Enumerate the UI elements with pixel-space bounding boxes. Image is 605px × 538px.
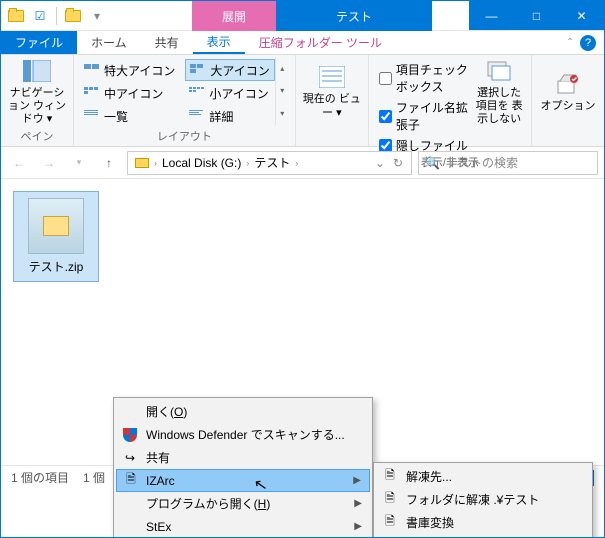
back-button[interactable]: ←	[7, 151, 31, 175]
file-view[interactable]: テスト.zip 1 個の項目 1 個 ☰ ▦ 開く(O) Windows Def…	[1, 179, 604, 489]
status-count: 1 個の項目	[11, 469, 69, 486]
layout-large[interactable]: 大アイコン	[185, 59, 274, 81]
chk-item-checkboxes[interactable]: 項目チェック ボックス	[379, 61, 469, 95]
bc-folder[interactable]: テスト	[251, 154, 293, 171]
menu-izarc[interactable]: 🗎IZArc▶	[116, 469, 370, 492]
breadcrumb[interactable]: › Local Disk (G:) › テスト › ⌄ ↻	[127, 151, 412, 175]
help-icon[interactable]: ?	[580, 35, 596, 51]
menu-share[interactable]: ↪共有	[116, 446, 370, 469]
sub-convert[interactable]: 🗎書庫変換	[376, 511, 590, 534]
tab-file[interactable]: ファイル	[1, 31, 77, 54]
sub-sfx[interactable]: 🗎自己解凍書庫 (.EXE) を作成	[376, 534, 590, 538]
bc-disk[interactable]: Local Disk (G:)	[159, 156, 244, 170]
current-view-icon	[316, 64, 348, 90]
up-button[interactable]: ↑	[97, 151, 121, 175]
refresh-icon[interactable]: ↻	[393, 156, 403, 170]
layout-small[interactable]: 小アイコン	[185, 82, 274, 104]
layout-detail[interactable]: 詳細	[185, 105, 274, 127]
qat-new-folder-icon[interactable]	[62, 5, 84, 27]
titlebar: ☑ ▾ 展開 テスト — □ ✕	[1, 1, 604, 31]
share-icon: ↪	[122, 450, 138, 466]
layout-medium[interactable]: 中アイコン	[80, 82, 179, 104]
bc-dropdown-icon[interactable]: ⌄	[375, 156, 385, 170]
archive-icon: 🗎	[382, 515, 398, 531]
tab-compressed-tools[interactable]: 圧縮フォルダー ツール	[245, 31, 396, 54]
chk-file-extensions[interactable]: ファイル名拡張子	[379, 99, 469, 133]
status-selected: 1 個	[83, 469, 105, 486]
ribbon-tabs: ファイル ホーム 共有 表示 圧縮フォルダー ツール ˆ ?	[1, 31, 604, 55]
file-item[interactable]: テスト.zip	[13, 191, 99, 282]
tab-view[interactable]: 表示	[193, 31, 245, 54]
recent-button[interactable]: ▾	[67, 151, 91, 175]
menu-defender[interactable]: Windows Defender でスキャンする...	[116, 423, 370, 446]
menu-open-with[interactable]: プログラムから開く(H)▶	[116, 492, 370, 515]
layout-extra-large[interactable]: 特大アイコン	[80, 59, 179, 81]
explorer-window: ☑ ▾ 展開 テスト — □ ✕ ファイル ホーム 共有 表示 圧縮フォルダー …	[0, 0, 605, 538]
close-button[interactable]: ✕	[559, 1, 604, 30]
shield-icon	[122, 427, 138, 443]
ribbon-collapse-icon[interactable]: ˆ	[568, 36, 572, 50]
sub-extract-here[interactable]: 🗎フォルダに解凍 .¥テスト	[376, 488, 590, 511]
window-title: テスト	[276, 1, 432, 31]
layout-scroll[interactable]: ▴▾▾	[275, 57, 289, 125]
options-button[interactable]: オプション	[538, 57, 598, 127]
ribbon: ナビゲーション ウィンドウ ▾ ペイン 特大アイコン 大アイコン 中アイコン 小…	[1, 55, 604, 147]
quick-access-toolbar: ☑ ▾	[1, 1, 112, 30]
options-icon	[552, 71, 584, 97]
tab-home[interactable]: ホーム	[77, 31, 141, 54]
file-name: テスト.zip	[29, 258, 84, 275]
nav-pane-icon	[21, 58, 53, 84]
forward-button[interactable]: →	[37, 151, 61, 175]
sub-extract-to[interactable]: 🗎解凍先...	[376, 465, 590, 488]
maximize-button[interactable]: □	[514, 1, 559, 30]
menu-open[interactable]: 開く(O)	[116, 400, 370, 423]
nav-pane-button[interactable]: ナビゲーション ウィンドウ ▾	[7, 57, 67, 127]
current-view-button[interactable]: 現在の ビュー ▾	[302, 57, 362, 127]
hide-selected-button[interactable]: 選択した項目を 表示しない	[473, 57, 525, 127]
search-icon: 🔍	[425, 156, 440, 170]
context-menu: 開く(O) Windows Defender でスキャンする... ↪共有 🗎I…	[113, 397, 373, 538]
bc-drive-icon[interactable]	[132, 158, 152, 168]
qat-checked-icon[interactable]: ☑	[29, 5, 51, 27]
qat-customize-icon[interactable]: ▾	[86, 5, 108, 27]
layout-options: 特大アイコン 大アイコン 中アイコン 小アイコン 一覧 詳細	[80, 57, 275, 127]
zip-icon	[28, 198, 84, 254]
layout-list[interactable]: 一覧	[80, 105, 179, 127]
menu-stex[interactable]: StEx▶	[116, 515, 370, 538]
izarc-submenu: 🗎解凍先... 🗎フォルダに解凍 .¥テスト 🗎書庫変換 🗎自己解凍書庫 (.E…	[373, 462, 593, 538]
archive-icon: 🗎	[382, 492, 398, 508]
address-bar-row: ← → ▾ ↑ › Local Disk (G:) › テスト › ⌄ ↻ 🔍 …	[1, 147, 604, 179]
archive-icon: 🗎	[382, 469, 398, 485]
folder-icon	[5, 5, 27, 27]
hide-selected-icon	[483, 58, 515, 84]
tab-share[interactable]: 共有	[141, 31, 193, 54]
search-box[interactable]: 🔍 テストの検索	[418, 151, 598, 175]
izarc-icon: 🗎	[123, 473, 139, 489]
minimize-button[interactable]: —	[469, 1, 514, 30]
context-tab-header: 展開	[192, 1, 276, 31]
